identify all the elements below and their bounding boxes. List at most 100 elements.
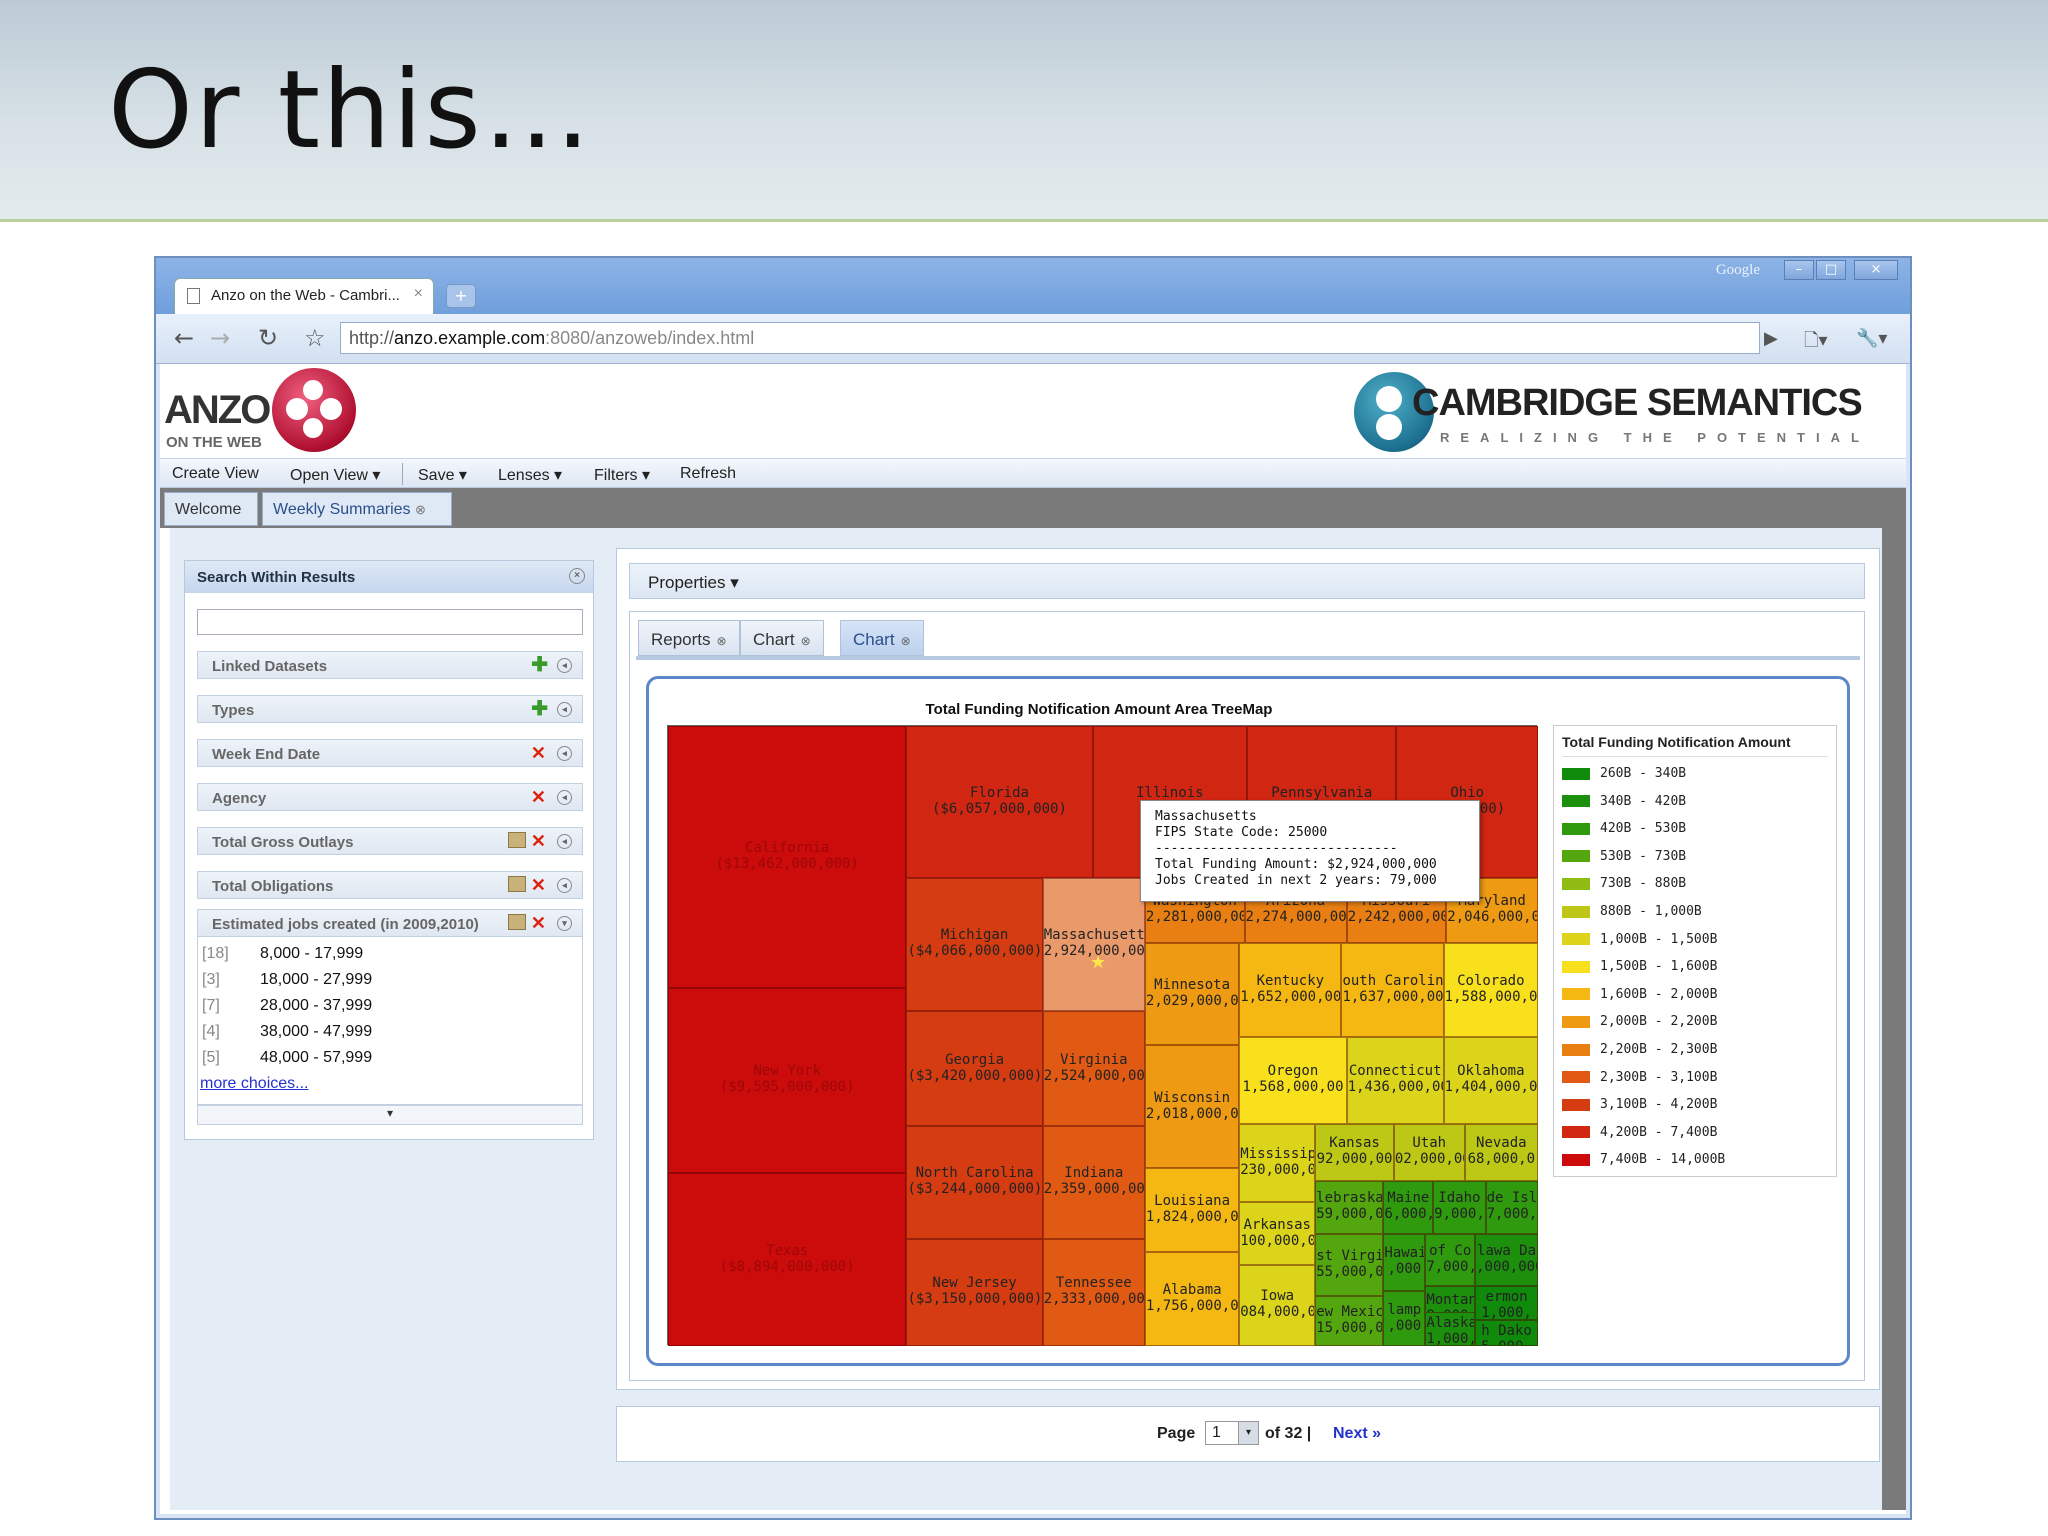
menu-filters[interactable]: Filters ▾ — [594, 465, 650, 485]
treemap-cell[interactable]: Louisiana 1,824,000,00 — [1144, 1168, 1240, 1252]
minimize-button[interactable]: – — [1784, 260, 1814, 280]
treemap-cell[interactable]: Iowa 084,000,0 — [1239, 1264, 1316, 1346]
configure-icon[interactable] — [508, 914, 526, 930]
configure-icon[interactable] — [508, 876, 526, 892]
treemap-cell[interactable]: Kansas 92,000,00 — [1315, 1123, 1394, 1182]
treemap-cell[interactable]: Michigan ($4,066,000,000) — [906, 877, 1043, 1012]
facet-estimated-jobs[interactable]: Estimated jobs created (in 2009,2010) ✕ ▾ — [197, 909, 583, 937]
properties-bar[interactable]: Properties ▾ — [629, 563, 1865, 599]
treemap-cell[interactable]: Arkansas 100,000,0 — [1239, 1202, 1316, 1265]
search-input[interactable] — [197, 609, 583, 635]
close-icon[interactable]: × — [569, 568, 585, 584]
chevron-down-icon[interactable]: ▾ — [197, 1105, 583, 1125]
add-icon[interactable]: ✚ — [531, 655, 548, 675]
treemap-cell[interactable]: Maine6,000,0 — [1383, 1181, 1434, 1234]
close-tab-icon[interactable]: ⊗ — [801, 634, 811, 648]
remove-icon[interactable]: ✕ — [531, 876, 546, 894]
facet-value[interactable]: [3] 18,000 - 27,999 — [202, 971, 372, 993]
remove-icon[interactable]: ✕ — [531, 744, 546, 762]
facet-total-obligations[interactable]: Total Obligations ✕ ◂ — [197, 871, 583, 899]
treemap-cell[interactable]: de Isl 7,000, — [1485, 1181, 1538, 1234]
star-icon[interactable]: ☆ — [304, 324, 326, 352]
menu-save[interactable]: Save ▾ — [418, 465, 467, 485]
more-choices-link[interactable]: more choices... — [200, 1075, 308, 1093]
facet-value[interactable]: [4] 38,000 - 47,999 — [202, 1023, 372, 1045]
expand-icon[interactable]: ◂ — [557, 834, 572, 849]
treemap-cell[interactable]: Georgia ($3,420,000,000) — [906, 1011, 1043, 1127]
next-page-link[interactable]: Next » — [1333, 1425, 1381, 1443]
menu-create-view[interactable]: Create View — [172, 465, 259, 483]
treemap-cell[interactable]: Florida ($6,057,000,000) — [906, 726, 1093, 878]
close-window-button[interactable]: × — [1854, 260, 1898, 280]
facet-linked-datasets[interactable]: Linked Datasets ✚ ◂ — [197, 651, 583, 679]
treemap-cell[interactable]: h Dako5,000, — [1475, 1319, 1538, 1346]
treemap-cell[interactable]: New York ($9,595,000,000) — [668, 987, 907, 1174]
treemap-cell[interactable]: outh Carolin 1,637,000,00 — [1341, 943, 1444, 1038]
expand-icon[interactable]: ◂ — [557, 878, 572, 893]
treemap-cell[interactable]: Kentucky 1,652,000,00 — [1239, 943, 1342, 1038]
tab-reports[interactable]: Reports ⊗ — [638, 620, 740, 656]
treemap-cell[interactable]: ew Mexic 15,000,0 — [1315, 1296, 1384, 1346]
remove-icon[interactable]: ✕ — [531, 832, 546, 850]
treemap-cell[interactable]: Idaho 9,000, — [1433, 1181, 1486, 1234]
treemap-cell[interactable]: Texas ($8,894,000,000) — [668, 1173, 907, 1346]
close-tab-icon[interactable]: × — [414, 285, 423, 303]
address-bar[interactable]: http://anzo.example.com:8080/anzoweb/ind… — [340, 322, 1760, 354]
treemap-cell[interactable]: Connecticut 1,436,000,00 — [1346, 1037, 1444, 1124]
browser-tab[interactable]: Anzo on the Web - Cambri... × — [174, 278, 434, 314]
treemap-cell[interactable]: Wisconsin 2,018,000,00 — [1144, 1045, 1240, 1169]
treemap-cell[interactable]: Massachusetts 2,924,000,00 — [1042, 877, 1145, 1012]
expand-icon[interactable]: ◂ — [557, 746, 572, 761]
facet-value[interactable]: [5] 48,000 - 57,999 — [202, 1049, 372, 1071]
menu-lenses[interactable]: Lenses ▾ — [498, 465, 562, 485]
wrench-icon[interactable]: 🔧▾ — [1856, 328, 1887, 349]
treemap-cell[interactable]: lawa Da ,000,000 — [1475, 1233, 1538, 1286]
new-tab-button[interactable]: + — [446, 284, 476, 308]
treemap-cell[interactable]: Virginia 2,524,000,00 — [1042, 1011, 1145, 1127]
treemap-cell[interactable]: Indiana 2,359,000,00 — [1042, 1126, 1145, 1239]
treemap-cell[interactable]: North Carolina ($3,244,000,000) — [906, 1126, 1043, 1239]
treemap-cell[interactable]: Alabama 1,756,000,00 — [1144, 1251, 1240, 1346]
menu-open-view[interactable]: Open View ▾ — [290, 465, 380, 485]
treemap-cell[interactable]: Colorado 1,588,000,00 — [1443, 943, 1538, 1038]
treemap-cell[interactable]: Oklahoma 1,404,000,00 — [1443, 1037, 1538, 1124]
configure-icon[interactable] — [508, 832, 526, 848]
chevron-down-icon[interactable]: ▾ — [1238, 1422, 1258, 1444]
play-icon[interactable]: ▶ — [1764, 328, 1778, 349]
facet-value[interactable]: [7] 28,000 - 37,999 — [202, 997, 372, 1019]
treemap-cell[interactable]: Tennessee 2,333,000,00 — [1042, 1238, 1145, 1346]
treemap-cell[interactable]: Nevada 68,000,0 — [1464, 1123, 1538, 1182]
collapse-icon[interactable]: ▾ — [557, 916, 572, 931]
menu-refresh[interactable]: Refresh — [680, 465, 736, 483]
treemap-cell[interactable]: lamp ,000 — [1383, 1291, 1426, 1346]
page-select[interactable]: 1 ▾ — [1205, 1421, 1259, 1445]
remove-icon[interactable]: ✕ — [531, 788, 546, 806]
treemap-cell[interactable]: Mississipp230,000,0 — [1239, 1123, 1316, 1203]
remove-icon[interactable]: ✕ — [531, 914, 546, 932]
expand-icon[interactable]: ◂ — [557, 702, 572, 717]
maximize-button[interactable]: □ — [1816, 260, 1846, 280]
facet-total-gross-outlays[interactable]: Total Gross Outlays ✕ ◂ — [197, 827, 583, 855]
add-icon[interactable]: ✚ — [531, 699, 548, 719]
back-icon[interactable]: ← — [174, 324, 194, 352]
treemap-cell[interactable]: ermon 1,000, — [1475, 1285, 1538, 1320]
facet-week-end-date[interactable]: Week End Date ✕ ◂ — [197, 739, 583, 767]
treemap-cell[interactable]: Oregon 1,568,000,00 — [1239, 1037, 1347, 1124]
treemap-cell[interactable]: of Co 7,000, — [1425, 1233, 1476, 1286]
treemap-cell[interactable]: Utah 02,000,00 — [1393, 1123, 1465, 1182]
facet-types[interactable]: Types ✚ ◂ — [197, 695, 583, 723]
facet-value[interactable]: [18] 8,000 - 17,999 — [202, 945, 363, 967]
expand-icon[interactable]: ◂ — [557, 790, 572, 805]
treemap-cell[interactable]: Hawai ,000 — [1383, 1233, 1426, 1292]
forward-icon[interactable]: → — [210, 324, 230, 352]
close-tab-icon[interactable]: ⊗ — [415, 502, 426, 517]
page-icon[interactable]: 🗋▾ — [1804, 328, 1828, 358]
close-tab-icon[interactable]: ⊗ — [901, 634, 911, 648]
tab-chart[interactable]: Chart ⊗ — [740, 620, 824, 656]
treemap-cell[interactable]: lebraska 59,000,0 — [1315, 1181, 1384, 1234]
close-tab-icon[interactable]: ⊗ — [717, 634, 727, 648]
tab-welcome[interactable]: Welcome — [164, 492, 258, 526]
facet-agency[interactable]: Agency ✕ ◂ — [197, 783, 583, 811]
expand-icon[interactable]: ◂ — [557, 658, 572, 673]
treemap-cell[interactable]: New Jersey ($3,150,000,000) — [906, 1238, 1043, 1346]
